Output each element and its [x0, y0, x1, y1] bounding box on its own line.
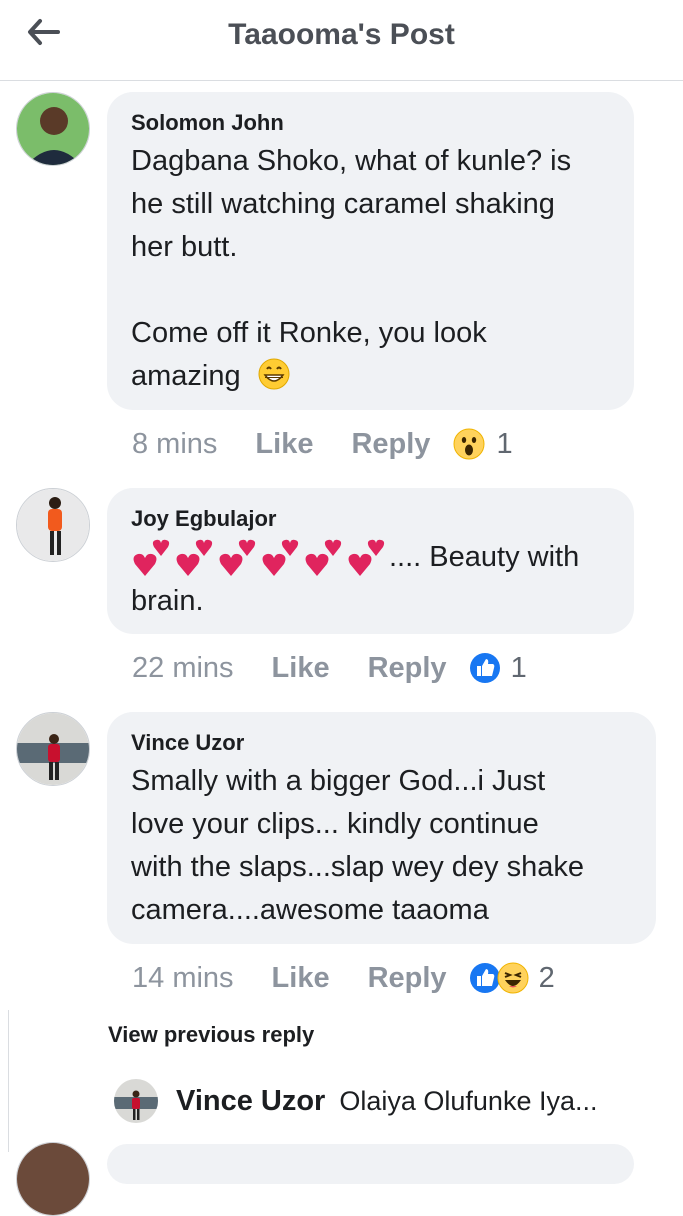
grinning-face-icon	[258, 358, 290, 390]
comment-meta: 22 mins Like Reply 1	[132, 648, 527, 688]
comment-line: .... Beauty with	[131, 536, 610, 580]
reply-author[interactable]: Vince Uzor	[176, 1085, 325, 1118]
comment-time[interactable]: 8 mins	[132, 428, 217, 461]
page-title: Taaooma's Post	[228, 18, 455, 51]
comment-line: Come off it Ronke, you look	[131, 317, 487, 349]
comment-line: amazing	[131, 355, 610, 398]
thread-line	[8, 1010, 13, 1152]
reaction-summary[interactable]	[452, 427, 486, 461]
like-icon	[469, 653, 500, 683]
avatar[interactable]	[16, 1142, 90, 1216]
heart-icon	[133, 554, 157, 577]
comment-text: Smally with a bigger God...i Just love y…	[131, 760, 632, 932]
comment-spacer	[131, 269, 610, 312]
comment-meta: 14 mins Like Reply 2	[132, 958, 555, 998]
heart-icon	[238, 540, 256, 557]
comment-author[interactable]: Solomon John	[131, 110, 610, 136]
heart-icon	[152, 540, 170, 557]
comment-line: love your clips... kindly continue	[131, 808, 539, 840]
comment-line: Smally with a bigger God...i Just	[131, 765, 546, 797]
view-previous-reply-link[interactable]: View previous reply	[108, 1022, 314, 1048]
reply-button[interactable]: Reply	[368, 652, 447, 685]
reaction-count: 1	[496, 427, 513, 460]
reply-button[interactable]: Reply	[368, 962, 447, 995]
heart-icon	[176, 554, 200, 577]
heart-icon	[324, 540, 342, 557]
avatar[interactable]	[16, 712, 90, 786]
haha-icon	[497, 962, 529, 994]
reaction-count: 2	[538, 961, 555, 994]
heart-icon	[305, 554, 329, 577]
comment-bubble[interactable]: Vince Uzor Smally with a bigger God...i …	[107, 712, 656, 944]
comment-meta: 8 mins Like Reply 1	[132, 424, 513, 464]
reaction-summary[interactable]	[469, 962, 529, 994]
avatar[interactable]	[114, 1079, 158, 1123]
comment-bubble[interactable]: Joy Egbulajor .... Beauty with brain.	[107, 488, 634, 634]
reaction-summary[interactable]	[469, 652, 501, 684]
like-button[interactable]: Like	[272, 652, 330, 685]
top-bar: Taaooma's Post	[0, 0, 683, 81]
comment-line-text: amazing	[131, 360, 241, 392]
comment-time[interactable]: 22 mins	[132, 652, 234, 685]
heart-icon	[219, 554, 243, 577]
heart-icon	[262, 554, 286, 577]
heart-icon	[195, 540, 213, 557]
reply-preview[interactable]: Vince Uzor Olaiya Olufunke Iya...	[114, 1076, 597, 1126]
like-button[interactable]: Like	[272, 962, 330, 995]
comment-author[interactable]: Vince Uzor	[131, 730, 632, 756]
reply-text: Olaiya Olufunke Iya...	[339, 1085, 598, 1116]
comment-line: brain.	[131, 585, 204, 618]
heart-icon	[348, 554, 372, 577]
comment-line: with the slaps...slap wey dey shake	[131, 851, 584, 883]
comment-line: Dagbana Shoko, what of kunle? is	[131, 145, 572, 177]
comment-text: .... Beauty with brain.	[131, 536, 610, 623]
comment-line: he still watching caramel shaking	[131, 188, 555, 220]
comment-line: camera....awesome taaoma	[131, 894, 489, 926]
comment-text: Dagbana Shoko, what of kunle? is he stil…	[131, 140, 610, 398]
avatar[interactable]	[16, 92, 90, 166]
wow-icon	[453, 428, 485, 460]
reaction-count: 1	[510, 651, 527, 684]
avatar[interactable]	[16, 488, 90, 562]
comment-bubble[interactable]: Solomon John Dagbana Shoko, what of kunl…	[107, 92, 634, 410]
heart-icon	[281, 540, 299, 557]
like-button[interactable]: Like	[255, 428, 313, 461]
comment-author[interactable]: Joy Egbulajor	[131, 506, 610, 532]
heart-icon	[367, 540, 385, 557]
comment-line-text: .... Beauty with	[389, 541, 580, 573]
comment-bubble[interactable]	[107, 1144, 634, 1184]
hearts-emoji-icon	[133, 540, 385, 577]
reply-button[interactable]: Reply	[351, 428, 430, 461]
comment-line: her butt.	[131, 231, 238, 263]
comment-time[interactable]: 14 mins	[132, 962, 234, 995]
